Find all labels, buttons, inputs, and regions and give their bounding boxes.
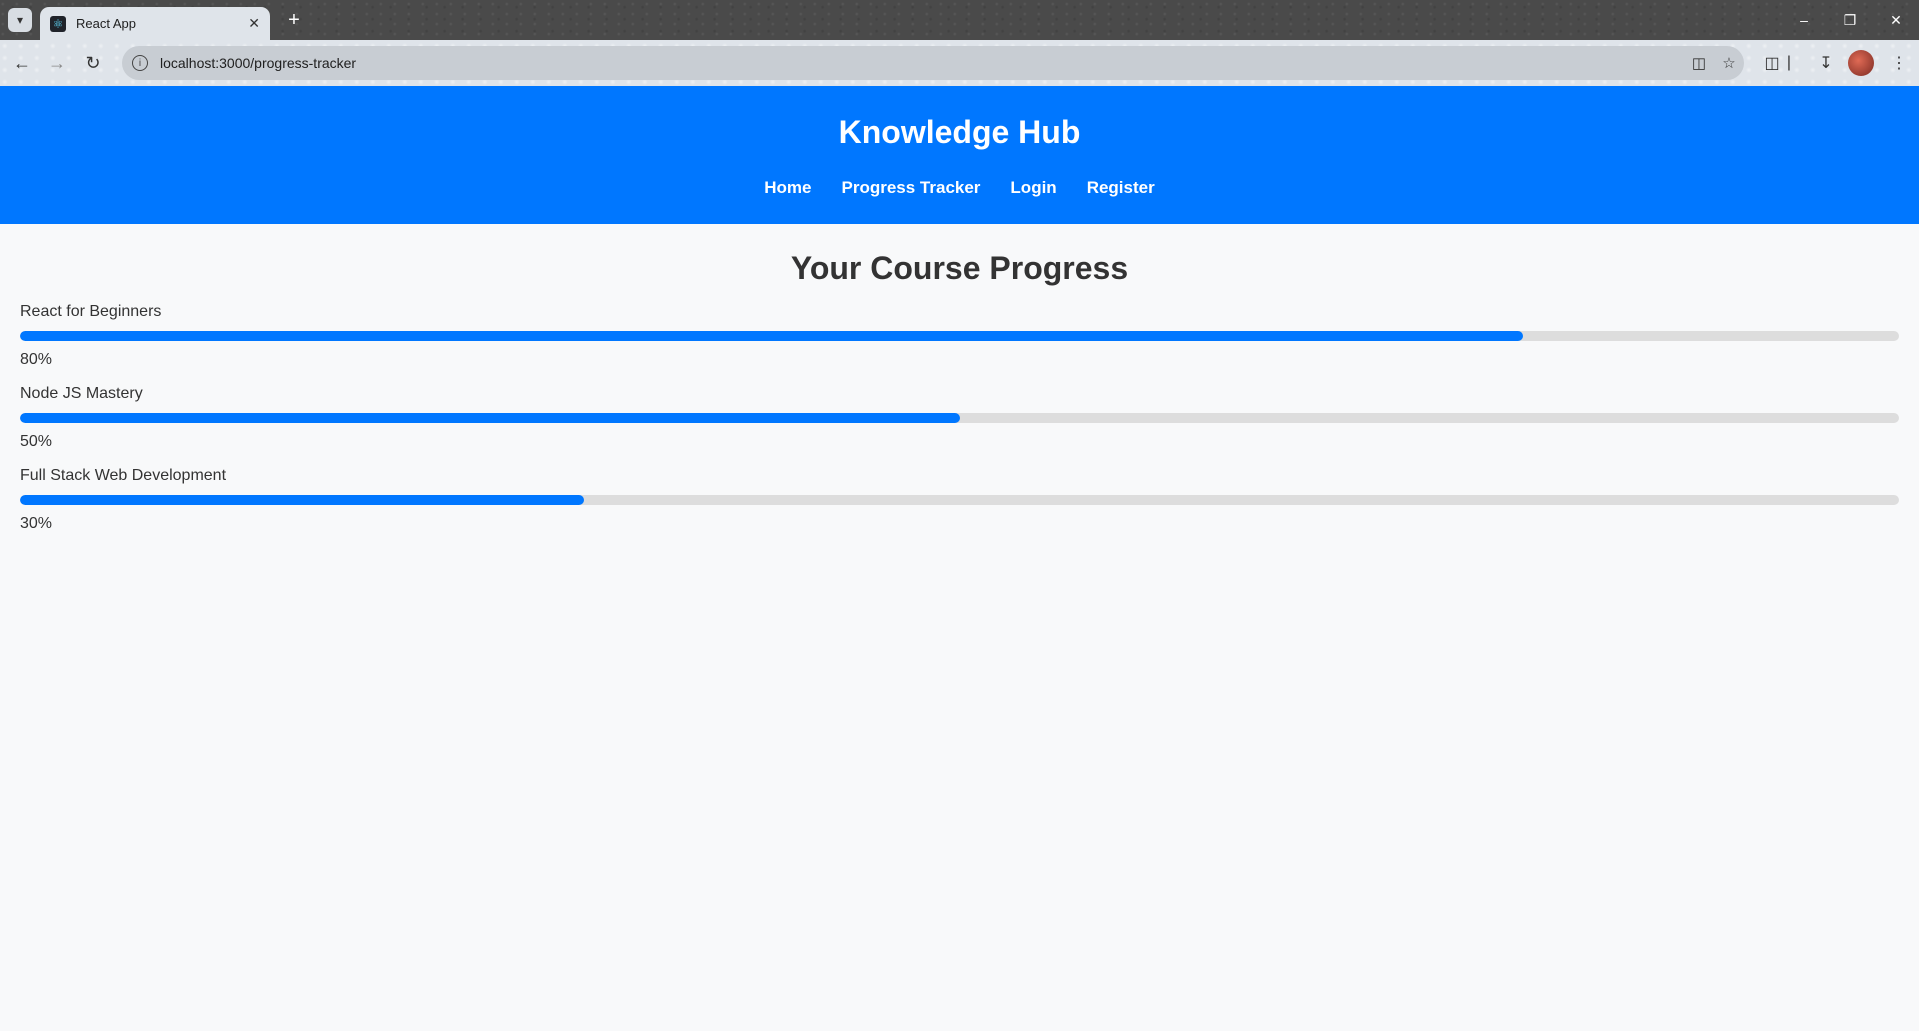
course-name: Full Stack Web Development [20, 467, 227, 484]
site-header: Knowledge Hub Home Progress Tracker Logi… [0, 86, 1919, 224]
site-title: Knowledge Hub [838, 114, 1081, 150]
tab-title: React App [76, 16, 136, 31]
react-icon: ⚛ [50, 15, 66, 32]
browser-toolbar: ← → ↻ i localhost:3000/progress-tracker … [0, 40, 1919, 86]
course-percent: 50% [20, 433, 53, 450]
progress-bar-fill [20, 331, 1524, 341]
course-item: Full Stack Web Development 30% [20, 467, 1899, 533]
puzzle-icon[interactable]: ◫ [1757, 50, 1787, 76]
profile-avatar[interactable] [1848, 50, 1874, 76]
toolbar-divider: | [1786, 54, 1792, 71]
close-icon[interactable]: ✕ [248, 15, 260, 32]
progress-bar [20, 495, 1899, 505]
arrow-left-icon[interactable]: ← [9, 50, 35, 76]
nav-link-home[interactable]: Home [764, 178, 811, 198]
window-close-icon[interactable]: ✕ [1876, 6, 1916, 34]
restore-icon[interactable]: ❐ [1830, 6, 1870, 34]
progress-bar-fill [20, 495, 584, 505]
course-percent: 30% [20, 515, 53, 532]
star-icon[interactable]: ☆ [1714, 54, 1744, 72]
course-percent: 80% [20, 351, 53, 368]
progress-bar [20, 331, 1899, 341]
site-nav: Home Progress Tracker Login Register [764, 178, 1154, 198]
course-item: Node JS Mastery 50% [20, 385, 1899, 451]
arrow-right-icon[interactable]: → [44, 50, 70, 76]
progress-bar [20, 413, 1899, 423]
reload-icon[interactable]: ↻ [80, 50, 106, 76]
main-content: Your Course Progress React for Beginners… [0, 250, 1919, 533]
info-icon[interactable]: i [132, 55, 148, 71]
plus-icon[interactable]: + [282, 8, 306, 32]
kebab-menu-icon[interactable]: ⋮ [1884, 50, 1914, 76]
page: Knowledge Hub Home Progress Tracker Logi… [0, 86, 1919, 1031]
download-icon[interactable]: ↧ [1811, 50, 1841, 76]
url-text[interactable]: localhost:3000/progress-tracker [160, 55, 1684, 71]
browser-tab-strip: ▾ ⚛ React App ✕ + – ❐ ✕ [0, 0, 1919, 40]
browser-tab[interactable]: ⚛ React App ✕ [40, 7, 270, 40]
install-icon[interactable]: ◫ [1684, 54, 1714, 72]
address-bar[interactable]: i localhost:3000/progress-tracker ◫ ☆ [122, 46, 1744, 80]
nav-link-register[interactable]: Register [1087, 178, 1155, 198]
course-name: Node JS Mastery [20, 385, 143, 402]
chevron-down-icon[interactable]: ▾ [8, 8, 32, 32]
minimize-icon[interactable]: – [1784, 6, 1824, 34]
course-item: React for Beginners 80% [20, 303, 1899, 369]
nav-link-progress-tracker[interactable]: Progress Tracker [842, 178, 981, 198]
course-name: React for Beginners [20, 303, 162, 320]
progress-bar-fill [20, 413, 960, 423]
page-title: Your Course Progress [790, 250, 1129, 286]
nav-link-login[interactable]: Login [1010, 178, 1056, 198]
